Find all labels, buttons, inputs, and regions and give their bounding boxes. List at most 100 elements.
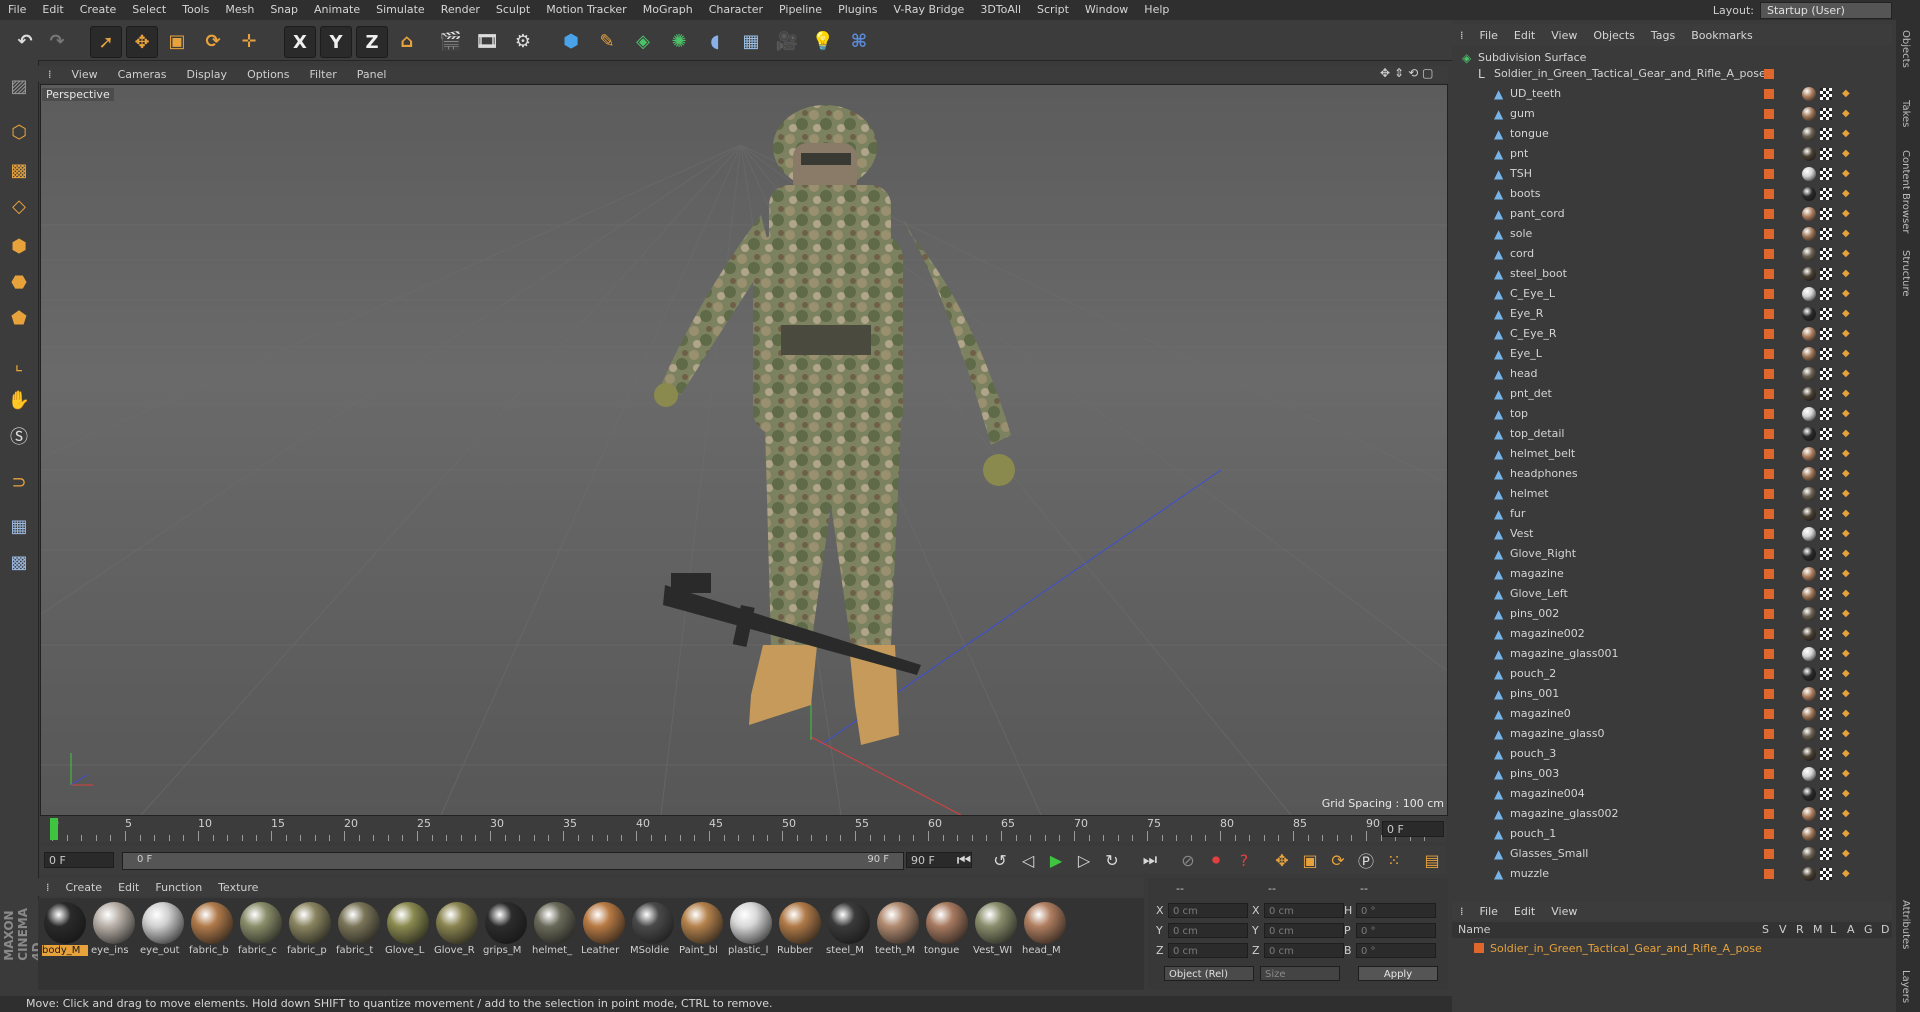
material-tag-icon[interactable] — [1802, 507, 1816, 521]
object-row[interactable]: ▲ muzzle ◆ — [1452, 864, 1892, 884]
material-swatch[interactable]: Paint_bl — [679, 902, 725, 962]
phong-tag-icon[interactable]: ◆ — [1842, 708, 1852, 720]
visibility-dot[interactable] — [1764, 429, 1774, 439]
phong-tag-icon[interactable]: ◆ — [1842, 328, 1852, 340]
material-swatch[interactable]: Glove_R — [434, 902, 480, 962]
uvw-tag-icon[interactable] — [1820, 388, 1832, 400]
uvw-tag-icon[interactable] — [1820, 228, 1832, 240]
move-tool-icon[interactable]: ✥ — [126, 26, 158, 58]
layer-column-v[interactable]: V — [1779, 923, 1787, 936]
uvw-tag-icon[interactable] — [1820, 288, 1832, 300]
panel-grip-icon[interactable]: ⁞ — [38, 68, 62, 81]
layout-dropdown[interactable]: Startup (User) — [1760, 2, 1892, 19]
uvw-tag-icon[interactable] — [1820, 528, 1832, 540]
frame-range-slider[interactable]: 0 F 90 F — [122, 852, 904, 870]
previous-frame-icon[interactable]: ◁ — [1016, 849, 1040, 871]
side-tab-takes[interactable]: Takes — [1900, 100, 1911, 127]
solo-mode-icon[interactable]: Ⓢ — [3, 420, 35, 452]
points-mode-icon[interactable]: ⬢ — [3, 230, 35, 262]
material-tag-icon[interactable] — [1802, 447, 1816, 461]
viewport-menu-display[interactable]: Display — [177, 68, 238, 81]
material-tag-icon[interactable] — [1802, 287, 1816, 301]
next-key-icon[interactable]: ↻ — [1100, 849, 1124, 871]
material-tag-icon[interactable] — [1802, 647, 1816, 661]
object-row[interactable]: ▲ Glasses_Small ◆ — [1452, 844, 1892, 864]
material-tag-icon[interactable] — [1802, 267, 1816, 281]
phong-tag-icon[interactable]: ◆ — [1842, 228, 1852, 240]
autokeying-icon[interactable]: ⏺ — [1204, 849, 1228, 871]
floor-icon[interactable]: ▦ — [736, 26, 766, 56]
coord-value-field[interactable]: 0 cm — [1264, 943, 1344, 958]
material-tag-icon[interactable] — [1802, 847, 1816, 861]
phong-tag-icon[interactable]: ◆ — [1842, 388, 1852, 400]
visibility-dot[interactable] — [1764, 249, 1774, 259]
phong-tag-icon[interactable]: ◆ — [1842, 828, 1852, 840]
menu-item-animate[interactable]: Animate — [306, 0, 368, 20]
keyframe-selection-icon[interactable]: ? — [1232, 849, 1256, 871]
object-row[interactable]: ▲ TSH ◆ — [1452, 164, 1892, 184]
material-tag-icon[interactable] — [1802, 247, 1816, 261]
python-icon[interactable]: ⌘ — [844, 26, 874, 56]
object-row[interactable]: ▲ top ◆ — [1452, 404, 1892, 424]
material-swatch[interactable]: MSoldie — [630, 902, 676, 962]
coord-value-field[interactable]: 0 ° — [1356, 923, 1436, 938]
phong-tag-icon[interactable]: ◆ — [1842, 368, 1852, 380]
object-row[interactable]: ▲ magazine ◆ — [1452, 564, 1892, 584]
subdivision-surface-icon[interactable]: ◈ — [628, 26, 658, 56]
visibility-dot[interactable] — [1764, 69, 1774, 79]
render-view-icon[interactable]: 🎬 — [436, 26, 466, 56]
object-menu-bookmarks[interactable]: Bookmarks — [1683, 29, 1760, 42]
visibility-dot[interactable] — [1764, 149, 1774, 159]
uvw-tag-icon[interactable] — [1820, 668, 1832, 680]
object-menu-edit[interactable]: Edit — [1506, 29, 1543, 42]
material-swatch[interactable]: Rubber — [777, 902, 823, 962]
edges-mode-icon[interactable]: ⬣ — [3, 266, 35, 298]
phong-tag-icon[interactable]: ◆ — [1842, 448, 1852, 460]
object-menu-objects[interactable]: Objects — [1585, 29, 1643, 42]
next-frame-icon[interactable]: ▷ — [1072, 849, 1096, 871]
redo-icon[interactable]: ↷ — [42, 26, 72, 56]
visibility-dot[interactable] — [1764, 309, 1774, 319]
material-tag-icon[interactable] — [1802, 147, 1816, 161]
uvw-tag-icon[interactable] — [1820, 168, 1832, 180]
phong-tag-icon[interactable]: ◆ — [1842, 188, 1852, 200]
uvw-tag-icon[interactable] — [1820, 408, 1832, 420]
menu-item-help[interactable]: Help — [1136, 0, 1177, 20]
go-to-start-icon[interactable]: ⏮ — [952, 849, 976, 871]
material-tag-icon[interactable] — [1802, 107, 1816, 121]
visibility-dot[interactable] — [1764, 849, 1774, 859]
cube-primitive-icon[interactable]: ⬢ — [556, 26, 586, 56]
phong-tag-icon[interactable]: ◆ — [1842, 308, 1852, 320]
layer-menu-edit[interactable]: Edit — [1506, 905, 1543, 918]
visibility-dot[interactable] — [1764, 129, 1774, 139]
uvw-tag-icon[interactable] — [1820, 308, 1832, 320]
phong-tag-icon[interactable]: ◆ — [1842, 648, 1852, 660]
uvw-tag-icon[interactable] — [1820, 728, 1832, 740]
material-tag-icon[interactable] — [1802, 427, 1816, 441]
uvw-tag-icon[interactable] — [1820, 648, 1832, 660]
menu-item-snap[interactable]: Snap — [262, 0, 306, 20]
material-tag-icon[interactable] — [1802, 207, 1816, 221]
visibility-dot[interactable] — [1764, 809, 1774, 819]
material-tag-icon[interactable] — [1802, 667, 1816, 681]
object-menu-tags[interactable]: Tags — [1643, 29, 1683, 42]
coord-value-field[interactable]: 0 ° — [1356, 943, 1436, 958]
visibility-dot[interactable] — [1764, 629, 1774, 639]
coord-value-field[interactable]: 0 cm — [1168, 923, 1248, 938]
phong-tag-icon[interactable]: ◆ — [1842, 548, 1852, 560]
phong-tag-icon[interactable]: ◆ — [1842, 668, 1852, 680]
object-row[interactable]: ▲ Eye_R ◆ — [1452, 304, 1892, 324]
uvw-tag-icon[interactable] — [1820, 188, 1832, 200]
start-frame-field[interactable]: 0 F — [44, 852, 114, 868]
material-swatch[interactable]: plastic_l — [728, 902, 774, 962]
deformer-icon[interactable]: ◖ — [700, 26, 730, 56]
object-row[interactable]: ▲ pins_003 ◆ — [1452, 764, 1892, 784]
phong-tag-icon[interactable]: ◆ — [1842, 808, 1852, 820]
apply-button[interactable]: Apply — [1358, 966, 1438, 981]
x-axis-lock-button[interactable]: X — [284, 26, 316, 58]
phong-tag-icon[interactable]: ◆ — [1842, 408, 1852, 420]
panel-grip-icon[interactable]: ⁞ — [1452, 29, 1472, 42]
object-row[interactable]: ▲ magazine_glass001 ◆ — [1452, 644, 1892, 664]
workplane-grid-icon[interactable]: ▦ — [3, 510, 35, 542]
object-row[interactable]: ▲ magazine_glass002 ◆ — [1452, 804, 1892, 824]
